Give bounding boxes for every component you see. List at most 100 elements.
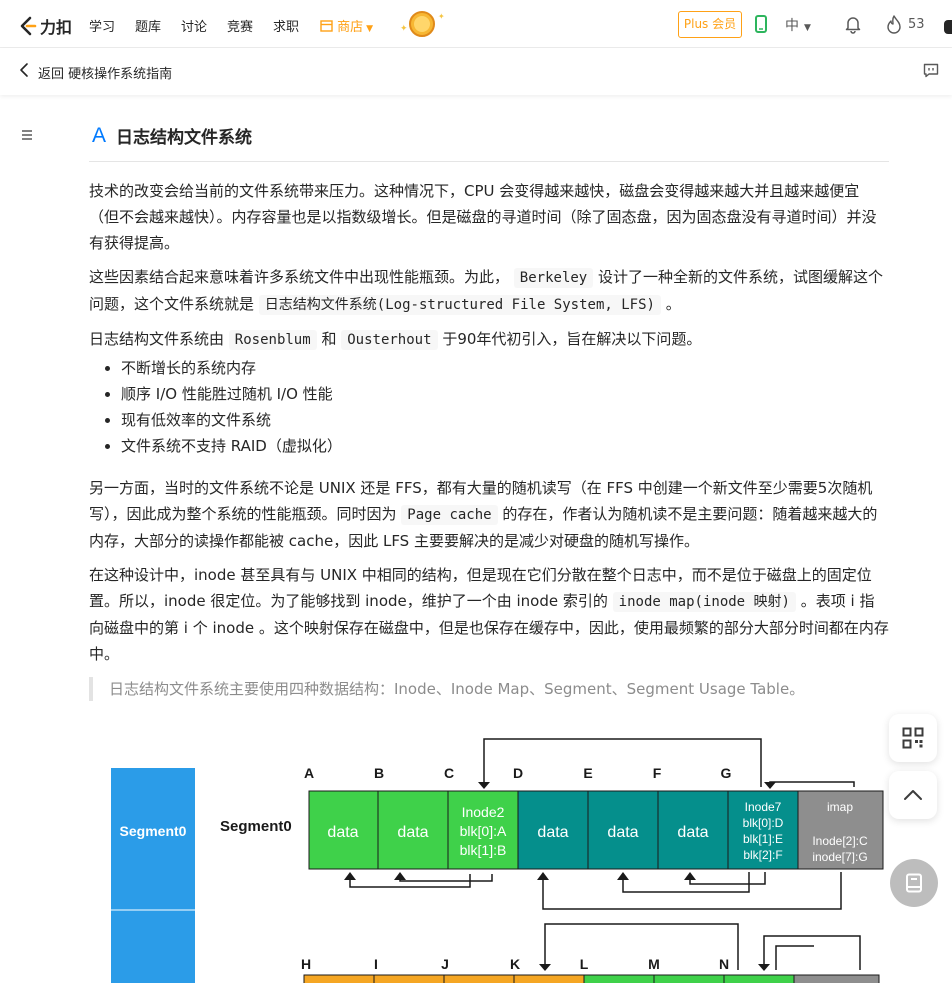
- paragraph-1: 技术的改变会给当前的文件系统带来压力。这种情况下，CPU 会变得越来越快，磁盘会…: [89, 182, 877, 252]
- inode7-entry: blk[1]:E: [743, 832, 783, 846]
- page-title: 日志结构文件系统: [116, 128, 253, 148]
- block-letter: E: [583, 765, 592, 781]
- data-label: data: [607, 824, 638, 841]
- inode7-entry: blk[2]:F: [743, 848, 782, 862]
- inline-code: inode map(inode 映射): [612, 592, 796, 612]
- logo-text: 力扣: [40, 18, 73, 37]
- chevron-up-icon: [904, 790, 922, 800]
- back-label: 返回: [38, 67, 65, 82]
- nav-item-learn[interactable]: 学习: [89, 16, 115, 35]
- notebook-icon: [906, 873, 922, 893]
- block-letter: J: [441, 956, 449, 972]
- svg-text:✦: ✦: [400, 24, 408, 34]
- chevron-left-icon[interactable]: [18, 62, 30, 78]
- inode2-entry: blk[1]:B: [460, 842, 507, 858]
- inode2-label: Inode2: [462, 804, 505, 820]
- comment-icon[interactable]: [923, 63, 939, 78]
- paragraph-4: 另一方面，当时的文件系统不论是 UNIX 还是 FFS，都有大量的随机读写（在 …: [89, 475, 889, 554]
- block-letter: A: [304, 765, 314, 781]
- data-block: [513, 974, 585, 983]
- segment-column-label: Segment0: [120, 823, 187, 839]
- data-block: [583, 974, 655, 983]
- text-span: 日志结构文件系统由: [89, 330, 225, 348]
- plus-membership-button[interactable]: Plus 会员: [678, 11, 742, 38]
- svg-text:✦: ✦: [438, 12, 445, 21]
- data-block: [653, 974, 725, 983]
- chevron-down-icon: ▼: [366, 24, 374, 34]
- qr-code-button[interactable]: [889, 714, 937, 762]
- streak-count: 53: [908, 17, 925, 32]
- text-span: 和: [321, 330, 337, 348]
- avatar[interactable]: [944, 20, 952, 34]
- nav-item-jobs[interactable]: 求职: [273, 16, 299, 35]
- blockquote: 日志结构文件系统主要使用四种数据结构：Inode、Inode Map、Segme…: [89, 677, 889, 701]
- nav-item-contest[interactable]: 竞赛: [227, 16, 253, 35]
- paragraph-3: 日志结构文件系统由 Rosenblum 和 Ousterhout 于90年代初引…: [89, 326, 889, 353]
- qr-code-icon: [902, 727, 924, 749]
- problem-list: 不断增长的系统内存 顺序 I/O 性能胜过随机 I/O 性能 现有低效率的文件系…: [121, 355, 889, 459]
- block-letter: B: [374, 765, 384, 781]
- text-span: 。: [665, 295, 681, 313]
- heading-mark-icon: A: [92, 123, 107, 147]
- segment-row-label: Segment0: [220, 818, 292, 835]
- list-item: 顺序 I/O 性能胜过随机 I/O 性能: [121, 381, 889, 407]
- data-block: [373, 974, 445, 983]
- inode7-entry: blk[0]:D: [743, 816, 784, 830]
- block-letter: C: [444, 765, 454, 781]
- text-span: 于90年代初引入，旨在解决以下问题。: [442, 330, 702, 348]
- imap-entry: Inode[2]:C: [812, 834, 868, 848]
- fire-icon[interactable]: [886, 15, 902, 34]
- store-label: 商店: [337, 20, 364, 35]
- event-badge-icon[interactable]: ✦ ✦: [398, 9, 446, 39]
- language-label: 中: [785, 18, 799, 34]
- leetcode-logo[interactable]: 力扣: [18, 14, 72, 38]
- language-selector[interactable]: 中 ▼: [785, 15, 811, 35]
- data-label: data: [537, 824, 568, 841]
- article-content: A 日志结构文件系统 技术的改变会给当前的文件系统带来压力。这种情况下，CPU …: [89, 118, 889, 701]
- chevron-down-icon: ▼: [804, 23, 811, 33]
- inode2-entry: blk[0]:A: [460, 823, 507, 839]
- data-label: data: [397, 824, 428, 841]
- book-subheader: 返回 硬核操作系统指南: [0, 48, 952, 95]
- inline-code: Rosenblum: [228, 330, 317, 350]
- paragraph-2: 这些因素结合起来意味着许多系统文件中出现性能瓶颈。为此， Berkeley 设计…: [89, 264, 889, 318]
- store-icon: [320, 20, 333, 32]
- block-letter: I: [374, 956, 378, 972]
- list-item: 不断增长的系统内存: [121, 355, 889, 381]
- segment-column: [111, 768, 195, 983]
- back-link[interactable]: 返回 硬核操作系统指南: [38, 63, 172, 82]
- data-block: [443, 974, 515, 983]
- notes-button[interactable]: [890, 859, 938, 907]
- list-item: 文件系统不支持 RAID（虚拟化）: [121, 433, 889, 459]
- text-span: 这些因素结合起来意味着许多系统文件中出现性能瓶颈。为此，: [89, 268, 510, 286]
- nav-item-discuss[interactable]: 讨论: [181, 16, 207, 35]
- block-letter: M: [648, 956, 660, 972]
- block-letter: F: [653, 765, 662, 781]
- inline-code: Berkeley: [513, 268, 594, 288]
- block-letter: G: [721, 765, 732, 781]
- inline-code: Ousterhout: [341, 330, 438, 350]
- nav-item-problems[interactable]: 题库: [135, 16, 161, 35]
- inline-code: Page cache: [401, 505, 498, 525]
- data-label: data: [677, 824, 708, 841]
- data-block: [723, 974, 795, 983]
- article-header: A 日志结构文件系统: [89, 118, 889, 162]
- leetcode-logo-icon: [20, 16, 37, 36]
- paragraph-5: 在这种设计中，inode 甚至具有与 UNIX 中相同的结构，但是现在它们分散在…: [89, 562, 889, 667]
- data-label: data: [327, 824, 358, 841]
- top-navbar: 力扣 学习 题库 讨论 竞赛 求职 商店 ▼ ✦ ✦ Plus 会员 中 ▼ 53: [0, 0, 952, 48]
- lfs-segment-diagram: Segment0 Segment0 A B C D E F G data dat…: [111, 738, 884, 983]
- block-letter: H: [301, 956, 311, 972]
- imap-block: [793, 974, 880, 983]
- bell-icon[interactable]: [843, 14, 863, 34]
- back-to-top-button[interactable]: [889, 771, 937, 819]
- list-item: 现有低效率的文件系统: [121, 407, 889, 433]
- block-letter: D: [513, 765, 523, 781]
- data-block: [303, 974, 375, 983]
- mobile-app-icon[interactable]: [755, 15, 767, 33]
- book-title: 硬核操作系统指南: [68, 67, 173, 82]
- block-letter: L: [580, 956, 589, 972]
- imap-entry: inode[7]:G: [812, 850, 867, 864]
- menu-icon[interactable]: [20, 128, 34, 142]
- nav-item-store[interactable]: 商店 ▼: [320, 16, 373, 35]
